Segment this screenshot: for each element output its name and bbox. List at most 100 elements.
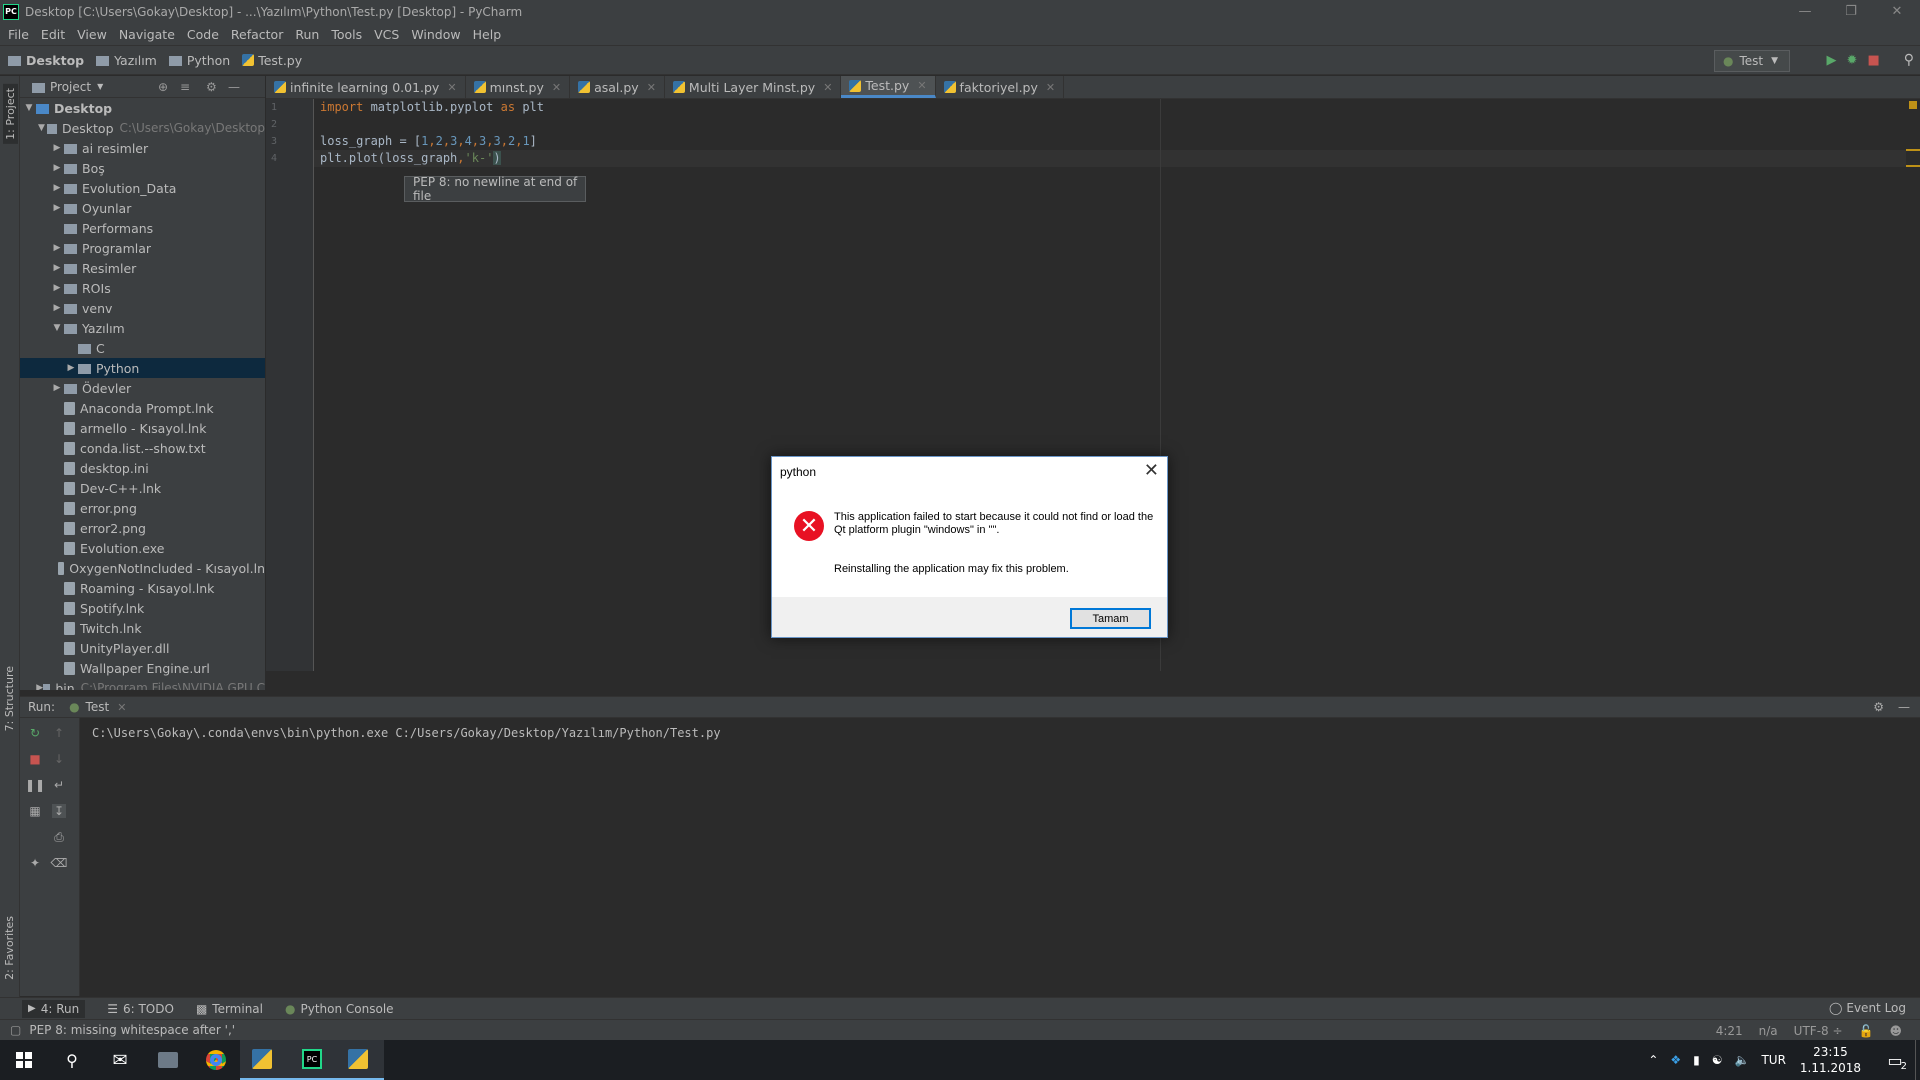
- menu-navigate[interactable]: Navigate: [113, 27, 181, 42]
- menu-tools[interactable]: Tools: [325, 27, 368, 42]
- caret-position[interactable]: 4:21: [1716, 1024, 1743, 1038]
- expand-arrow-icon[interactable]: ▼: [36, 123, 47, 133]
- run-configuration-select[interactable]: ● Test ▼: [1714, 50, 1790, 72]
- warning-stripe[interactable]: [1906, 149, 1920, 151]
- taskbar-python-app[interactable]: [336, 1040, 384, 1080]
- tree-item[interactable]: Spotify.lnk: [20, 598, 265, 618]
- project-view-select[interactable]: Project: [50, 80, 91, 94]
- show-desktop-button[interactable]: [1915, 1040, 1920, 1080]
- tree-item[interactable]: OxygenNotIncluded - Kısayol.ln: [20, 558, 265, 578]
- lock-icon[interactable]: 🔓: [1859, 1024, 1874, 1038]
- tree-item[interactable]: error2.png: [20, 518, 265, 538]
- expand-arrow-icon[interactable]: ▶: [50, 283, 64, 293]
- chevron-down-icon[interactable]: ▼: [97, 82, 103, 91]
- close-tab-icon[interactable]: ✕: [917, 79, 926, 92]
- close-tab-icon[interactable]: ✕: [447, 81, 456, 94]
- tree-item[interactable]: armello - Kısayol.lnk: [20, 418, 265, 438]
- tree-node-desktop[interactable]: ▼ Desktop C:\Users\Gokay\Desktop: [20, 118, 265, 138]
- stop-icon[interactable]: ■: [28, 752, 42, 766]
- editor-tab[interactable]: infinite learning 0.01.py ✕: [266, 76, 466, 98]
- tree-item[interactable]: ▶ Boş: [20, 158, 265, 178]
- tree-item[interactable]: ▶ Programlar: [20, 238, 265, 258]
- clock[interactable]: 23:15 1.11.2018: [1800, 1044, 1861, 1076]
- taskbar-chrome[interactable]: [192, 1040, 240, 1080]
- favorites-tool-button[interactable]: 2: Favorites: [3, 916, 16, 980]
- start-button[interactable]: [0, 1040, 48, 1080]
- expand-arrow-icon[interactable]: ▶: [50, 183, 64, 193]
- tool-terminal[interactable]: ▩ Terminal: [196, 1002, 263, 1016]
- tree-item[interactable]: Roaming - Kısayol.lnk: [20, 578, 265, 598]
- expand-arrow-icon[interactable]: ▶: [64, 363, 78, 373]
- close-window-button[interactable]: ✕: [1874, 0, 1920, 23]
- collapse-all-icon[interactable]: ≡: [180, 80, 190, 94]
- warning-marker-icon[interactable]: [1909, 101, 1917, 109]
- menu-window[interactable]: Window: [405, 27, 466, 42]
- menu-refactor[interactable]: Refactor: [225, 27, 289, 42]
- warning-stripe[interactable]: [1906, 165, 1920, 167]
- scroll-to-end-icon[interactable]: ↧: [52, 804, 66, 818]
- editor-tab[interactable]: Multi Layer Minst.py ✕: [665, 76, 842, 98]
- menu-vcs[interactable]: VCS: [368, 27, 405, 42]
- stop-icon[interactable]: ■: [1867, 53, 1879, 68]
- taskbar-python[interactable]: [240, 1040, 288, 1080]
- network-app-icon[interactable]: ❖: [1670, 1053, 1681, 1067]
- structure-tool-button[interactable]: 7: Structure: [3, 666, 16, 731]
- taskbar-mail[interactable]: ✉: [96, 1040, 144, 1080]
- tree-item[interactable]: ▶ Python: [20, 358, 265, 378]
- menu-file[interactable]: File: [2, 27, 35, 42]
- action-center-button[interactable]: ▭ 2: [1875, 1040, 1915, 1080]
- tree-item[interactable]: ▶ Resimler: [20, 258, 265, 278]
- tree-item[interactable]: ▶ Ödevler: [20, 378, 265, 398]
- minimize-button[interactable]: —: [1782, 0, 1828, 23]
- tree-item[interactable]: ▶ Oyunlar: [20, 198, 265, 218]
- project-tool-button[interactable]: 1: Project: [3, 84, 18, 144]
- tree-item[interactable]: conda.list.--show.txt: [20, 438, 265, 458]
- print-icon[interactable]: ⎙: [52, 830, 66, 844]
- breadcrumb-python[interactable]: Python: [168, 53, 230, 68]
- breadcrumb-test-py[interactable]: Test.py: [242, 53, 302, 68]
- tree-item[interactable]: ▼ Yazılım: [20, 318, 265, 338]
- close-tab-icon[interactable]: ✕: [823, 81, 832, 94]
- line-separator[interactable]: n/a: [1759, 1024, 1778, 1038]
- pin-icon[interactable]: ✦: [28, 856, 42, 870]
- menu-view[interactable]: View: [71, 27, 113, 42]
- tree-item[interactable]: ▶ ai resimler: [20, 138, 265, 158]
- layout-icon[interactable]: ▦: [28, 804, 42, 818]
- expand-arrow-icon[interactable]: ▶: [50, 143, 64, 153]
- expand-arrow-icon[interactable]: ▶: [50, 383, 64, 393]
- menu-help[interactable]: Help: [467, 27, 508, 42]
- debug-icon[interactable]: ✹: [1847, 53, 1858, 68]
- battery-icon[interactable]: ▮: [1693, 1053, 1700, 1067]
- tool-windows-icon[interactable]: ▢: [10, 1023, 21, 1037]
- close-tab-icon[interactable]: ✕: [1046, 81, 1055, 94]
- inspector-icon[interactable]: ☻: [1889, 1024, 1902, 1038]
- soft-wrap-icon[interactable]: ↵: [52, 778, 66, 792]
- wifi-icon[interactable]: ☯: [1712, 1053, 1723, 1067]
- tree-item[interactable]: desktop.ini: [20, 458, 265, 478]
- collapse-arrow-icon[interactable]: ▼: [50, 323, 64, 333]
- ok-button[interactable]: Tamam: [1070, 608, 1151, 629]
- expand-arrow-icon[interactable]: ▶: [50, 263, 64, 273]
- tree-item[interactable]: UnityPlayer.dll: [20, 638, 265, 658]
- search-icon[interactable]: ⚲: [1904, 52, 1914, 68]
- hide-icon[interactable]: —: [1898, 700, 1910, 714]
- taskbar-app[interactable]: [144, 1040, 192, 1080]
- run-icon[interactable]: ▶: [1827, 53, 1837, 68]
- menu-edit[interactable]: Edit: [35, 27, 71, 42]
- rerun-icon[interactable]: ↻: [28, 726, 42, 740]
- breadcrumb-yazilim[interactable]: Yazılım: [96, 53, 157, 68]
- tree-item[interactable]: ▶ venv: [20, 298, 265, 318]
- dialog-close-button[interactable]: ✕: [1144, 460, 1159, 481]
- expand-arrow-icon[interactable]: ▶: [50, 203, 64, 213]
- close-tab-icon[interactable]: ✕: [552, 81, 561, 94]
- tree-item[interactable]: ▶ Evolution_Data: [20, 178, 265, 198]
- chevron-up-icon[interactable]: ⌃: [1648, 1053, 1658, 1067]
- hide-icon[interactable]: —: [228, 80, 240, 94]
- locate-icon[interactable]: ⊕: [158, 80, 168, 94]
- tree-item[interactable]: Wallpaper Engine.url: [20, 658, 265, 678]
- tree-item[interactable]: ▶ bin C:\Program Files\NVIDIA GPU C: [20, 678, 265, 690]
- gear-icon[interactable]: ⚙: [1873, 700, 1884, 714]
- tree-item[interactable]: error.png: [20, 498, 265, 518]
- restore-button[interactable]: ❐: [1828, 0, 1874, 23]
- run-tab-test[interactable]: Test: [86, 700, 110, 714]
